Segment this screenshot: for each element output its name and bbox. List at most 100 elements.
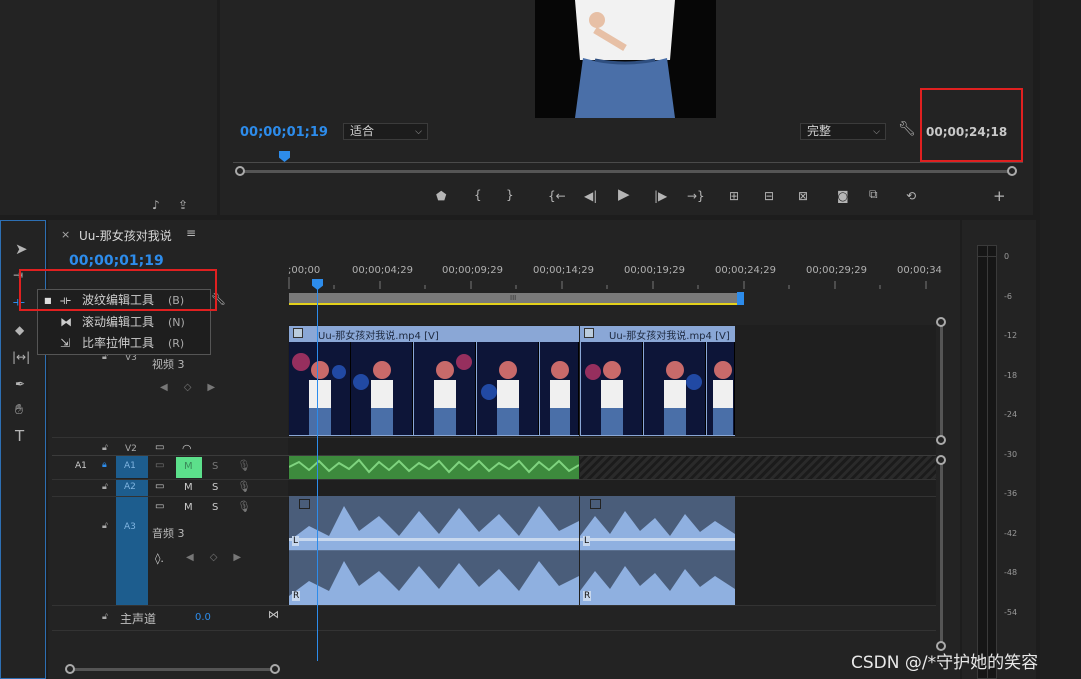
- lift-icon[interactable]: ⊞: [729, 190, 739, 202]
- master-volume-value[interactable]: 0.0: [195, 612, 211, 623]
- sequence-tab-close[interactable]: ×: [61, 228, 70, 241]
- a3-track-name: 音频 3: [152, 527, 185, 540]
- audio-a1-empty-hatch: [580, 456, 936, 479]
- a1-source-patch[interactable]: A1: [75, 461, 87, 471]
- ruler-label-6: 00;00;29;29: [806, 265, 868, 276]
- meter-label-6: -36: [1004, 489, 1018, 498]
- a2-sync-icon[interactable]: ▭: [155, 481, 164, 492]
- mark-out-icon[interactable]: }: [506, 189, 514, 201]
- zoom-handle-right[interactable]: [1007, 166, 1017, 176]
- add-marker-icon[interactable]: ⬟: [436, 190, 446, 202]
- hand-tool-icon[interactable]: ✋︎: [15, 403, 23, 417]
- scroll-handle-top[interactable]: [936, 317, 946, 327]
- vr-icon[interactable]: ⟲: [906, 190, 916, 202]
- menu-item-rolling-edit[interactable]: ⧓ 滚动编辑工具 (N): [40, 312, 208, 333]
- program-current-timecode[interactable]: 00;00;01;19: [240, 125, 328, 140]
- rate-stretch-menu-icon: ⇲: [60, 336, 71, 350]
- quality-select[interactable]: 完整 ⌵: [800, 123, 886, 140]
- menu-item-rate-stretch[interactable]: ⇲ 比率拉伸工具 (R): [40, 333, 208, 354]
- razor-tool-icon[interactable]: ◆: [15, 324, 24, 336]
- work-area-grip[interactable]: III: [510, 294, 516, 302]
- v3-keyframe-nav[interactable]: ◀◇▶: [160, 382, 231, 393]
- sequence-tab-menu[interactable]: ≡: [186, 226, 196, 240]
- audio-clip-a3-2[interactable]: L R: [580, 496, 735, 605]
- add-button-icon[interactable]: +: [993, 189, 1006, 204]
- rolling-edit-menu-icon: ⧓: [60, 315, 72, 329]
- a3-sync-icon[interactable]: ▭: [155, 501, 164, 512]
- a2-mic-icon[interactable]: 🎙︎: [237, 480, 251, 493]
- work-area-end-handle[interactable]: [737, 292, 744, 305]
- extract-icon[interactable]: ⊟: [764, 190, 774, 202]
- master-track-name: 主声道: [120, 612, 157, 626]
- compare-icon[interactable]: ⊠: [798, 190, 808, 202]
- wrench-icon[interactable]: 🔧︎: [898, 122, 916, 136]
- v2-lock-icon[interactable]: 🔓︎: [102, 443, 108, 453]
- go-to-in-icon[interactable]: {←: [548, 190, 566, 202]
- step-forward-icon[interactable]: |▶: [654, 190, 667, 202]
- a3-volume-knob-icon[interactable]: ◊.: [155, 552, 164, 565]
- right-side-strip: [1040, 0, 1081, 679]
- video-clip-1-name: Uu-那女孩对我说.mp4 [V]: [318, 331, 439, 342]
- a3-solo-button[interactable]: S: [212, 502, 218, 513]
- meter-label-1: -6: [1004, 292, 1012, 301]
- go-to-out-icon[interactable]: →}: [687, 190, 705, 202]
- program-mini-ruler[interactable]: [233, 153, 1023, 163]
- mark-in-icon[interactable]: {: [474, 189, 482, 201]
- meter-label-8: -48: [1004, 568, 1018, 577]
- a3-target[interactable]: [116, 497, 148, 605]
- a3-mic-icon[interactable]: 🎙︎: [237, 500, 251, 513]
- export-frame-icon[interactable]: ⇪: [178, 199, 188, 211]
- a3-keyframe-nav[interactable]: ◀◇▶: [186, 552, 257, 563]
- master-goto-icon[interactable]: ⋈: [268, 608, 279, 621]
- a1-sync-icon[interactable]: ▭: [155, 460, 164, 471]
- meter-label-4: -24: [1004, 410, 1018, 419]
- sequence-tab-name[interactable]: Uu-那女孩对我说: [79, 227, 172, 244]
- a3-mute-button[interactable]: M: [184, 502, 193, 513]
- type-tool-icon[interactable]: T: [15, 429, 24, 444]
- meter-label-0: 0: [1004, 252, 1010, 261]
- program-frame-image: [535, 0, 716, 118]
- video-clip-2-name: Uu-那女孩对我说.mp4 [V]: [609, 331, 730, 342]
- audio-clip-a1[interactable]: [289, 456, 579, 479]
- selection-tool-icon[interactable]: ➤: [15, 242, 28, 257]
- a3-lock-icon[interactable]: 🔓︎: [102, 521, 108, 531]
- ruler-ticks: [288, 277, 927, 289]
- program-duration-timecode: 00;00;24;18: [926, 125, 1008, 139]
- ruler-label-2: 00;00;09;29: [442, 265, 504, 276]
- program-zoom-bar[interactable]: [240, 170, 1012, 173]
- v2-sync-icon[interactable]: ▭: [155, 442, 164, 453]
- audio-track-scrollbar[interactable]: [940, 460, 943, 645]
- a1-lock-icon[interactable]: 🔒︎: [102, 460, 107, 470]
- quality-select-value: 完整: [807, 124, 832, 138]
- timeline-zoom-right[interactable]: [270, 664, 280, 674]
- meter-label-3: -18: [1004, 371, 1018, 380]
- step-back-icon[interactable]: ◀|: [584, 190, 597, 202]
- timeline-zoom-bar[interactable]: [70, 668, 275, 671]
- overlay-icon[interactable]: ⧉: [869, 188, 878, 200]
- menu-item-rate-label: 比率拉伸工具: [82, 336, 155, 350]
- audio-only-icon[interactable]: ♪: [152, 199, 160, 211]
- camera-icon[interactable]: ◙: [837, 190, 849, 202]
- a1-solo-button[interactable]: S: [212, 461, 218, 472]
- v2-label[interactable]: V2: [125, 444, 137, 454]
- a2-solo-button[interactable]: S: [212, 482, 218, 493]
- video-track-scrollbar[interactable]: [940, 322, 943, 440]
- a1-mic-icon[interactable]: 🎙︎: [237, 459, 251, 472]
- audio-clip-a3-1[interactable]: L R: [289, 496, 579, 605]
- scroll-handle-audio-top[interactable]: [936, 455, 946, 465]
- pen-tool-icon[interactable]: ✒: [15, 378, 25, 390]
- video-clip-1-fx-icon: [293, 328, 303, 338]
- a2-lock-icon[interactable]: 🔓︎: [102, 482, 108, 492]
- timeline-zoom-left[interactable]: [65, 664, 75, 674]
- meter-label-2: -12: [1004, 331, 1018, 340]
- play-icon[interactable]: ▶: [618, 187, 630, 202]
- scroll-handle-mid[interactable]: [936, 435, 946, 445]
- fit-select[interactable]: 适合 ⌵: [343, 123, 428, 140]
- ruler-label-3: 00;00;14;29: [533, 265, 595, 276]
- zoom-handle-left[interactable]: [235, 166, 245, 176]
- a2-mute-button[interactable]: M: [184, 482, 193, 493]
- slip-tool-icon[interactable]: |↔|: [12, 351, 30, 363]
- master-lock-icon[interactable]: 🔓︎: [102, 612, 108, 622]
- sequence-timecode[interactable]: 00;00;01;19: [69, 253, 164, 269]
- v2-eye-icon[interactable]: ◠: [182, 442, 192, 455]
